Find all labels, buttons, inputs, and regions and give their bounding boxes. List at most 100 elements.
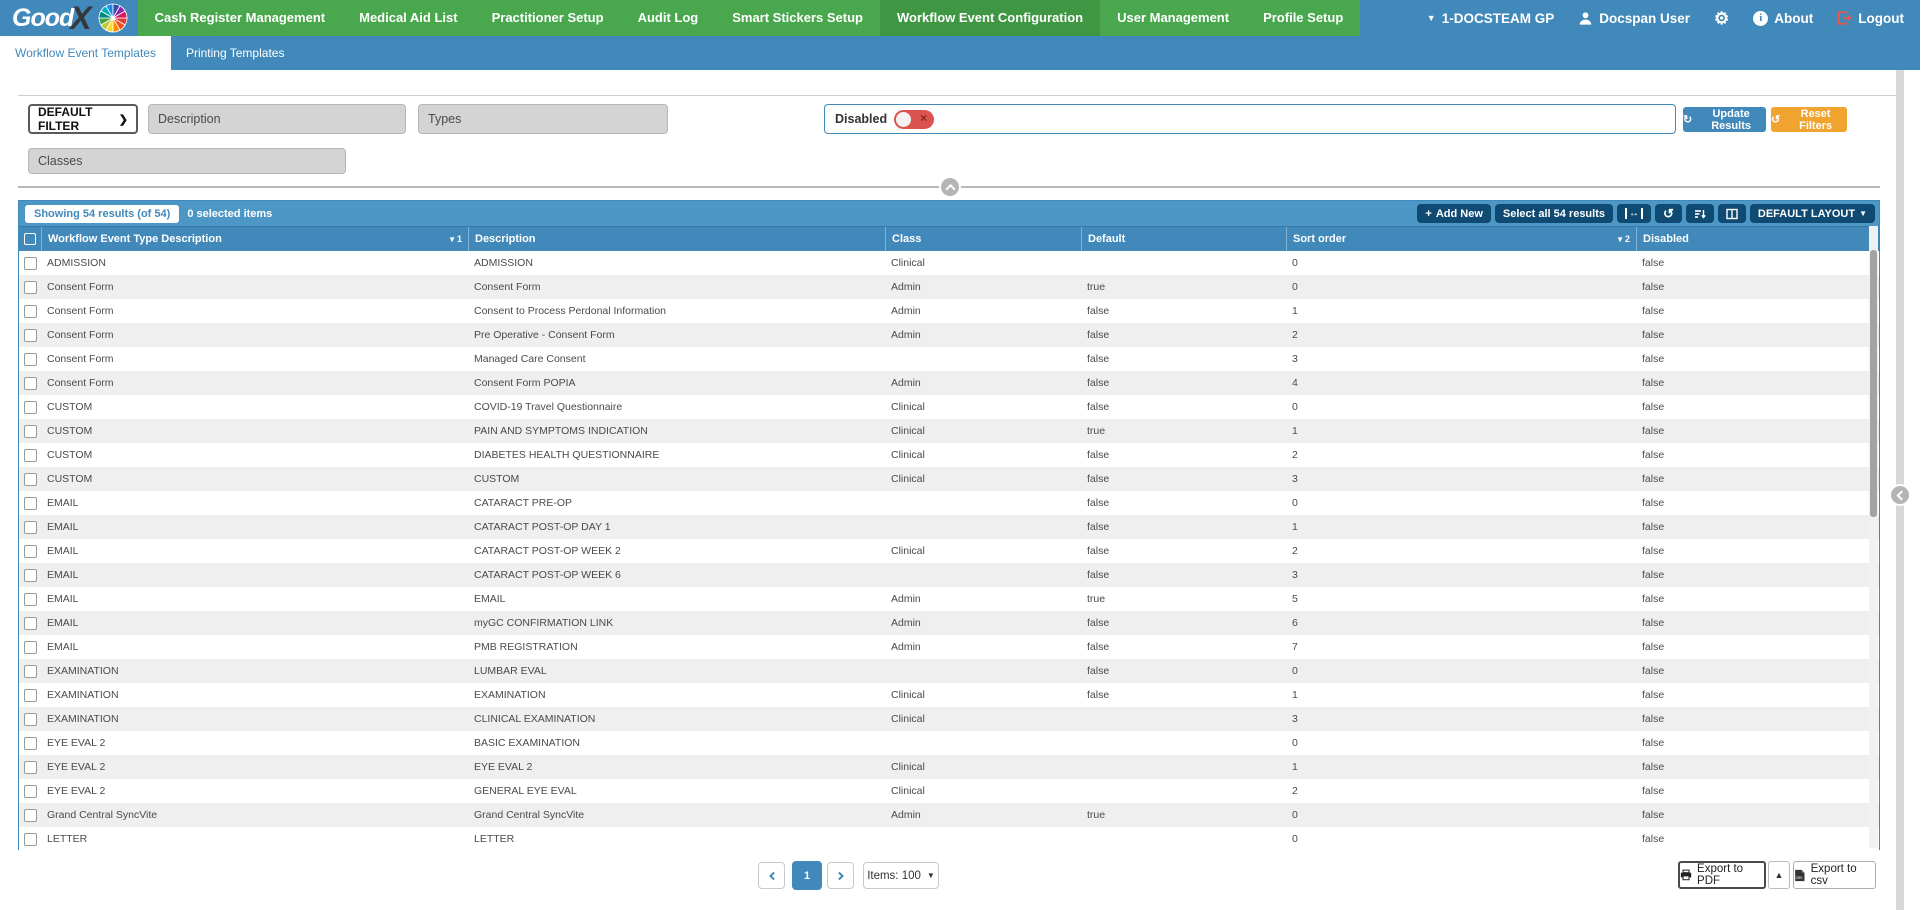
table-row[interactable]: EMAIL CATARACT POST-OP DAY 1 false 1 fal… xyxy=(19,515,1879,539)
reset-filters-button[interactable]: ↺ Reset Filters xyxy=(1771,107,1847,132)
nav-profile-setup[interactable]: Profile Setup xyxy=(1246,0,1360,36)
sort-button[interactable] xyxy=(1686,204,1714,223)
nav-medical-aid-list[interactable]: Medical Aid List xyxy=(342,0,474,36)
description-filter-input[interactable] xyxy=(148,104,406,134)
table-row[interactable]: EYE EVAL 2 GENERAL EYE EVAL Clinical 2 f… xyxy=(19,779,1879,803)
row-checkbox[interactable] xyxy=(24,497,37,510)
about-button[interactable]: i About xyxy=(1753,11,1813,26)
update-results-button[interactable]: ↻ Update Results xyxy=(1683,107,1766,132)
scrollbar-thumb[interactable] xyxy=(1870,250,1877,517)
row-checkbox[interactable] xyxy=(24,761,37,774)
goodx-logo[interactable]: Good X xyxy=(0,0,138,36)
cell-description: Managed Care Consent xyxy=(468,353,885,365)
table-row[interactable]: EMAIL CATARACT POST-OP WEEK 2 Clinical f… xyxy=(19,539,1879,563)
fit-columns-button[interactable]: ↔ xyxy=(1617,204,1651,223)
table-row[interactable]: ADMISSION ADMISSION Clinical 0 false xyxy=(19,251,1879,275)
column-header-disabled[interactable]: Disabled xyxy=(1636,227,1879,251)
table-row[interactable]: CUSTOM DIABETES HEALTH QUESTIONNAIRE Cli… xyxy=(19,443,1879,467)
nav-practitioner-setup[interactable]: Practitioner Setup xyxy=(475,0,621,36)
column-header-description[interactable]: Description xyxy=(468,227,885,251)
table-row[interactable]: EMAIL myGC CONFIRMATION LINK Admin false… xyxy=(19,611,1879,635)
disabled-toggle[interactable]: × xyxy=(894,110,934,129)
table-row[interactable]: EMAIL CATARACT PRE-OP false 0 false xyxy=(19,491,1879,515)
logout-button[interactable]: Logout xyxy=(1837,11,1904,26)
items-per-page-select[interactable]: Items: 100 ▼ xyxy=(863,862,939,889)
user-menu[interactable]: Docspan User xyxy=(1578,11,1690,26)
row-checkbox[interactable] xyxy=(24,329,37,342)
row-checkbox[interactable] xyxy=(24,401,37,414)
row-checkbox[interactable] xyxy=(24,449,37,462)
row-checkbox[interactable] xyxy=(24,713,37,726)
nav-smart-stickers-setup[interactable]: Smart Stickers Setup xyxy=(715,0,880,36)
row-checkbox[interactable] xyxy=(24,593,37,606)
table-row[interactable]: EXAMINATION CLINICAL EXAMINATION Clinica… xyxy=(19,707,1879,731)
table-row[interactable]: LETTER LETTER 0 false xyxy=(19,827,1879,851)
practice-selector[interactable]: ▼ 1-DOCSTEAM GP xyxy=(1427,11,1554,26)
row-checkbox[interactable] xyxy=(24,689,37,702)
table-row[interactable]: Consent Form Consent Form POPIA Admin fa… xyxy=(19,371,1879,395)
select-all-button[interactable]: Select all 54 results xyxy=(1495,204,1613,223)
nav-audit-log[interactable]: Audit Log xyxy=(621,0,716,36)
row-checkbox[interactable] xyxy=(24,305,37,318)
row-checkbox[interactable] xyxy=(24,545,37,558)
row-checkbox[interactable] xyxy=(24,257,37,270)
next-page-button[interactable] xyxy=(827,862,854,889)
row-checkbox[interactable] xyxy=(24,569,37,582)
table-row[interactable]: EMAIL PMB REGISTRATION Admin false 7 fal… xyxy=(19,635,1879,659)
row-checkbox[interactable] xyxy=(24,617,37,630)
add-new-button[interactable]: + Add New xyxy=(1417,204,1491,223)
reset-grid-button[interactable]: ↺ xyxy=(1655,204,1682,223)
table-row[interactable]: EMAIL CATARACT POST-OP WEEK 6 false 3 fa… xyxy=(19,563,1879,587)
table-row[interactable]: Grand Central SyncVite Grand Central Syn… xyxy=(19,803,1879,827)
export-pdf-button[interactable]: Export to PDF xyxy=(1678,861,1766,889)
table-row[interactable]: CUSTOM COVID-19 Travel Questionnaire Cli… xyxy=(19,395,1879,419)
table-row[interactable]: CUSTOM PAIN AND SYMPTOMS INDICATION Clin… xyxy=(19,419,1879,443)
table-row[interactable]: EYE EVAL 2 EYE EVAL 2 Clinical 1 false xyxy=(19,755,1879,779)
table-row[interactable]: Consent Form Pre Operative - Consent For… xyxy=(19,323,1879,347)
filter-collapse-button[interactable] xyxy=(939,176,961,198)
row-checkbox[interactable] xyxy=(24,785,37,798)
page-number-button[interactable]: 1 xyxy=(792,861,822,890)
select-all-checkbox[interactable] xyxy=(24,233,36,245)
column-header-default[interactable]: Default xyxy=(1081,227,1286,251)
row-checkbox[interactable] xyxy=(24,281,37,294)
table-row[interactable]: EMAIL EMAIL Admin true 5 false xyxy=(19,587,1879,611)
row-checkbox[interactable] xyxy=(24,353,37,366)
row-checkbox[interactable] xyxy=(24,641,37,654)
settings-gear-icon[interactable]: ⚙ xyxy=(1714,10,1729,27)
side-panel-toggle-button[interactable] xyxy=(1889,484,1911,506)
row-checkbox[interactable] xyxy=(24,809,37,822)
column-header-sort-order[interactable]: Sort order ▼ 2 xyxy=(1286,227,1636,251)
row-checkbox[interactable] xyxy=(24,425,37,438)
tab-printing-templates[interactable]: Printing Templates xyxy=(171,36,300,70)
column-header-class[interactable]: Class xyxy=(885,227,1081,251)
nav-cash-register-management[interactable]: Cash Register Management xyxy=(138,0,343,36)
table-row[interactable]: CUSTOM CUSTOM Clinical false 3 false xyxy=(19,467,1879,491)
previous-page-button[interactable] xyxy=(758,862,785,889)
table-row[interactable]: EXAMINATION EXAMINATION Clinical false 1… xyxy=(19,683,1879,707)
results-count-badge[interactable]: Showing 54 results (of 54) xyxy=(25,205,179,223)
tab-workflow-event-templates[interactable]: Workflow Event Templates xyxy=(0,36,171,70)
table-row[interactable]: EYE EVAL 2 BASIC EXAMINATION 0 false xyxy=(19,731,1879,755)
table-row[interactable]: Consent Form Consent Form Admin true 0 f… xyxy=(19,275,1879,299)
types-filter-input[interactable] xyxy=(418,104,668,134)
nav-user-management[interactable]: User Management xyxy=(1100,0,1246,36)
table-row[interactable]: EXAMINATION LUMBAR EVAL false 0 false xyxy=(19,659,1879,683)
row-checkbox[interactable] xyxy=(24,377,37,390)
row-checkbox[interactable] xyxy=(24,473,37,486)
layout-select[interactable]: DEFAULT LAYOUT ▼ xyxy=(1750,204,1875,223)
filter-select[interactable]: DEFAULT FILTER ❯ xyxy=(28,104,138,134)
export-csv-button[interactable]: csv Export to csv xyxy=(1793,861,1876,889)
row-checkbox[interactable] xyxy=(24,521,37,534)
nav-workflow-event-configuration[interactable]: Workflow Event Configuration xyxy=(880,0,1100,36)
columns-button[interactable] xyxy=(1718,204,1746,223)
row-checkbox[interactable] xyxy=(24,737,37,750)
row-checkbox[interactable] xyxy=(24,833,37,846)
export-pdf-options-button[interactable]: ▲ xyxy=(1768,861,1790,889)
table-row[interactable]: Consent Form Managed Care Consent false … xyxy=(19,347,1879,371)
row-checkbox[interactable] xyxy=(24,665,37,678)
column-header-type[interactable]: Workflow Event Type Description ▼ 1 xyxy=(41,227,468,251)
table-row[interactable]: Consent Form Consent to Process Perdonal… xyxy=(19,299,1879,323)
vertical-scrollbar[interactable] xyxy=(1869,226,1878,848)
classes-filter-input[interactable] xyxy=(28,148,346,174)
